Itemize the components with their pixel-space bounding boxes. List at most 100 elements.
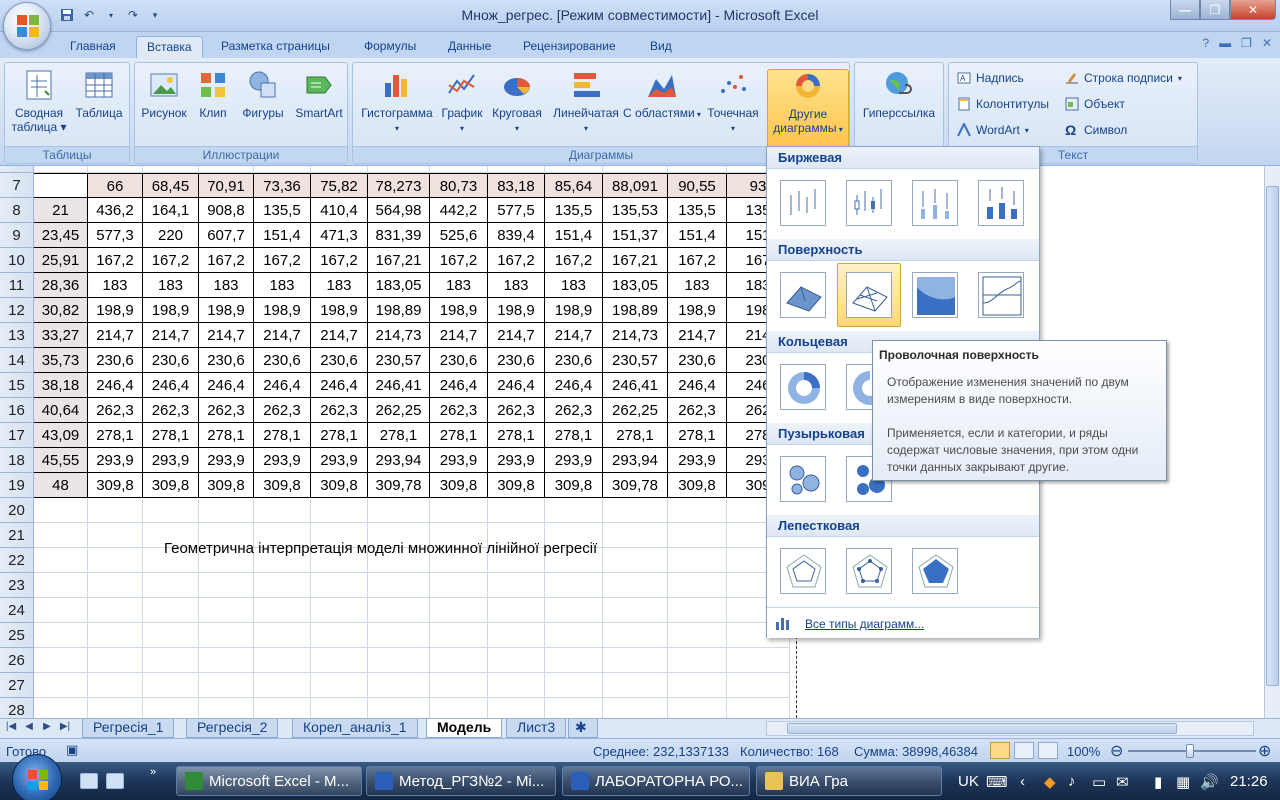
cell[interactable]: 262,3 [88,398,143,423]
zoom-out-icon[interactable]: ⊖ [1110,741,1123,761]
cell[interactable] [430,598,488,623]
column-chart-button[interactable]: Гистограмма ▾ [355,69,439,149]
cell[interactable] [34,598,88,623]
show-desktop-icon[interactable] [80,773,98,789]
cell[interactable]: 135,5 [545,198,603,223]
cell[interactable] [368,498,430,523]
cell[interactable] [311,623,368,648]
task-excel[interactable]: Microsoft Excel - М... [176,766,362,796]
chart-wireframe-surface[interactable] [837,263,901,327]
line-chart-button[interactable]: График ▾ [439,69,485,149]
last-sheet-arrow-icon[interactable]: ▶| [58,721,72,736]
chart-filled-radar[interactable] [903,539,967,603]
cell[interactable]: 198,9 [430,298,488,323]
cell[interactable]: 309,78 [368,473,430,498]
cell[interactable] [311,166,368,173]
cell[interactable]: 214,7 [88,323,143,348]
cell[interactable] [34,648,88,673]
cell[interactable]: 135,5 [254,198,311,223]
cell[interactable]: 90,55 [668,173,727,198]
cell[interactable]: 309,8 [143,473,199,498]
cell[interactable] [88,573,143,598]
area-chart-button[interactable]: С областями ▾ [623,69,701,149]
sheet-tab-regression-2[interactable]: Регресія_2 [186,719,279,738]
cell[interactable]: 246,4 [488,373,545,398]
task-word-lab[interactable]: ЛАБОРАТОРНА РО... [562,766,750,796]
header-footer-button[interactable]: Колонтитулы [957,93,1049,115]
cell[interactable]: 214,7 [199,323,254,348]
cell[interactable] [430,673,488,698]
minimize-button[interactable]: — [1170,0,1200,20]
row-header[interactable]: 12 [0,298,34,323]
cell[interactable]: 214,7 [545,323,603,348]
cell[interactable]: 246,4 [311,373,368,398]
cell[interactable]: 73,36 [254,173,311,198]
cell[interactable]: 214,7 [254,323,311,348]
switch-windows-icon[interactable] [106,773,124,789]
cell[interactable] [545,498,603,523]
cell[interactable]: 293,94 [368,448,430,473]
cell[interactable] [199,573,254,598]
cell[interactable]: 198,9 [88,298,143,323]
network-icon[interactable]: ▦ [1176,773,1190,791]
cell[interactable]: 436,2 [88,198,143,223]
cell[interactable]: 309,8 [199,473,254,498]
cell[interactable] [668,523,727,548]
cell[interactable] [88,623,143,648]
cell[interactable] [254,623,311,648]
cell[interactable] [34,673,88,698]
cell[interactable] [668,623,727,648]
row-header[interactable]: 14 [0,348,34,373]
cell[interactable]: 262,3 [311,398,368,423]
cell[interactable]: 33,27 [34,323,88,348]
cell[interactable] [668,498,727,523]
row-header[interactable]: 6 [0,166,34,173]
cell[interactable]: 293,94 [603,448,668,473]
cell[interactable] [488,598,545,623]
cell[interactable]: 214,7 [668,323,727,348]
cell[interactable] [311,673,368,698]
chart-stock-ohlc[interactable] [837,171,901,235]
cell[interactable] [668,648,727,673]
cell[interactable]: 577,3 [88,223,143,248]
cell[interactable] [488,573,545,598]
cell[interactable]: 309,8 [254,473,311,498]
cell[interactable]: 293,9 [668,448,727,473]
cell[interactable]: 220 [143,223,199,248]
cell[interactable] [88,498,143,523]
cell[interactable]: 309,8 [430,473,488,498]
cell[interactable] [488,498,545,523]
cell[interactable] [311,698,368,718]
cell[interactable]: 183 [430,273,488,298]
cell[interactable]: 198,89 [603,298,668,323]
cell[interactable]: 198,9 [311,298,368,323]
next-sheet-arrow-icon[interactable]: ▶ [40,721,54,736]
restore-button[interactable]: ❐ [1200,0,1230,20]
cell[interactable] [430,623,488,648]
row-header[interactable]: 17 [0,423,34,448]
cell[interactable] [603,623,668,648]
row-header[interactable]: 15 [0,373,34,398]
tab-page-layout[interactable]: Разметка страницы [211,36,340,58]
cell[interactable]: 309,8 [488,473,545,498]
macro-record-icon[interactable]: ▣ [66,742,78,758]
cell[interactable]: 607,7 [199,223,254,248]
cell[interactable]: 230,57 [368,348,430,373]
cell[interactable]: 262,25 [603,398,668,423]
textbox-button[interactable]: A Надпись [957,67,1024,89]
cell[interactable] [727,698,790,718]
cell[interactable] [88,648,143,673]
cell[interactable] [368,573,430,598]
cell[interactable]: 246,41 [603,373,668,398]
cell[interactable] [368,623,430,648]
sheet-tab-regression-1[interactable]: Регресія_1 [82,719,175,738]
row-header[interactable]: 13 [0,323,34,348]
cell[interactable]: 70,91 [199,173,254,198]
cell[interactable]: 230,6 [143,348,199,373]
cell[interactable] [545,648,603,673]
cell[interactable] [199,498,254,523]
cell[interactable] [668,573,727,598]
row-header[interactable]: 28 [0,698,34,718]
cell[interactable]: 309,8 [668,473,727,498]
tab-data[interactable]: Данные [438,36,501,58]
